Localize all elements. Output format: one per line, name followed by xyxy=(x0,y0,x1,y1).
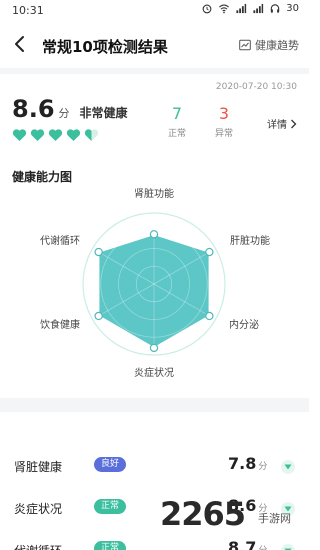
wifi-icon xyxy=(219,4,230,14)
item-name: 代谢循环 xyxy=(14,542,62,550)
item-score-unit: 分 xyxy=(258,546,267,550)
heart-full-icon xyxy=(66,129,81,141)
section-divider-thick xyxy=(0,398,309,412)
signal-icon-2 xyxy=(253,3,264,14)
abnormal-count-value: 3 xyxy=(218,104,230,123)
status-badge: 正常 xyxy=(94,499,127,514)
health-radar-chart: 肾脏功能肝脏功能内分泌炎症状况 饮食健康 代谢循环 xyxy=(40,187,270,379)
heart-rating xyxy=(12,128,99,142)
health-status-label: 非常健康 xyxy=(79,106,128,120)
expand-arrow-icon[interactable] xyxy=(281,544,295,550)
abnormal-count: 3 异常 xyxy=(204,104,244,139)
watermark-text: 手游网 xyxy=(258,512,291,525)
chevron-right-icon xyxy=(291,119,297,128)
score-value: 8.6 xyxy=(12,95,55,123)
normal-count-value: 7 xyxy=(171,104,183,123)
score-unit: 分 xyxy=(58,107,70,120)
back-arrow-icon[interactable] xyxy=(12,34,28,54)
item-name: 炎症状况 xyxy=(14,502,63,516)
health-trend-button[interactable]: 健康趋势 xyxy=(239,37,299,53)
app-header: 常规10项检测结果 健康趋势 xyxy=(0,24,309,68)
abnormal-count-label: 异常 xyxy=(214,129,233,139)
trend-chart-icon xyxy=(239,39,251,51)
overall-score: 8.6 分非常健康 xyxy=(12,95,128,123)
radar-point xyxy=(149,230,159,239)
radar-point xyxy=(205,311,214,321)
status-badge: 正常 xyxy=(94,541,127,550)
status-icons: 30 xyxy=(201,3,299,14)
heart-full-icon xyxy=(30,129,45,141)
heart-full-icon xyxy=(48,129,63,141)
test-timestamp: 2020-07-20 10:30 xyxy=(215,82,297,92)
item-score-value: 8.7 xyxy=(228,538,257,550)
item-score-unit: 分 xyxy=(258,462,268,472)
radar-point xyxy=(94,311,103,321)
normal-count-label: 正常 xyxy=(167,129,186,139)
section-divider xyxy=(0,68,309,74)
radar-axis-label: 内分泌 xyxy=(229,318,259,331)
radar-point xyxy=(149,343,159,353)
item-score: 8.7分 xyxy=(228,538,267,550)
battery-level: 30 xyxy=(286,3,299,14)
radar-axis-label: 炎症状况 xyxy=(134,366,174,379)
radar-point xyxy=(205,247,214,257)
headset-icon xyxy=(271,4,280,13)
radar-point xyxy=(94,247,103,257)
page-title: 常规10项检测结果 xyxy=(42,38,168,56)
details-link[interactable]: 详情 xyxy=(267,116,297,131)
normal-count: 7 正常 xyxy=(157,104,197,139)
item-score-value: 7.8 xyxy=(228,454,257,473)
radar-axis-label: 肾脏功能 xyxy=(134,187,174,200)
radar-axis-label: 肝脏功能 xyxy=(230,234,270,247)
signal-icon xyxy=(236,3,247,14)
radar-axis-label: 代谢循环 xyxy=(40,234,80,247)
test-item-row[interactable]: 肾脏健康 良好 7.8 分 xyxy=(0,448,309,488)
test-item-row[interactable]: 代谢循环 正常 8.7分 xyxy=(0,532,309,550)
expand-arrow-icon[interactable] xyxy=(281,460,295,474)
status-bar: 10:31 30 xyxy=(0,0,309,22)
radar-axis-label: 饮食健康 xyxy=(40,318,80,331)
status-badge: 良好 xyxy=(94,457,127,472)
watermark-logo: 2265 xyxy=(160,495,246,533)
health-trend-label: 健康趋势 xyxy=(255,39,299,52)
heart-half-icon xyxy=(84,129,99,141)
item-score: 7.8 分 xyxy=(228,454,267,473)
alarm-icon xyxy=(202,4,212,14)
details-label: 详情 xyxy=(267,120,287,131)
heart-full-icon xyxy=(12,129,27,141)
item-name: 肾脏健康 xyxy=(14,460,63,474)
status-time: 10:31 xyxy=(12,4,44,17)
